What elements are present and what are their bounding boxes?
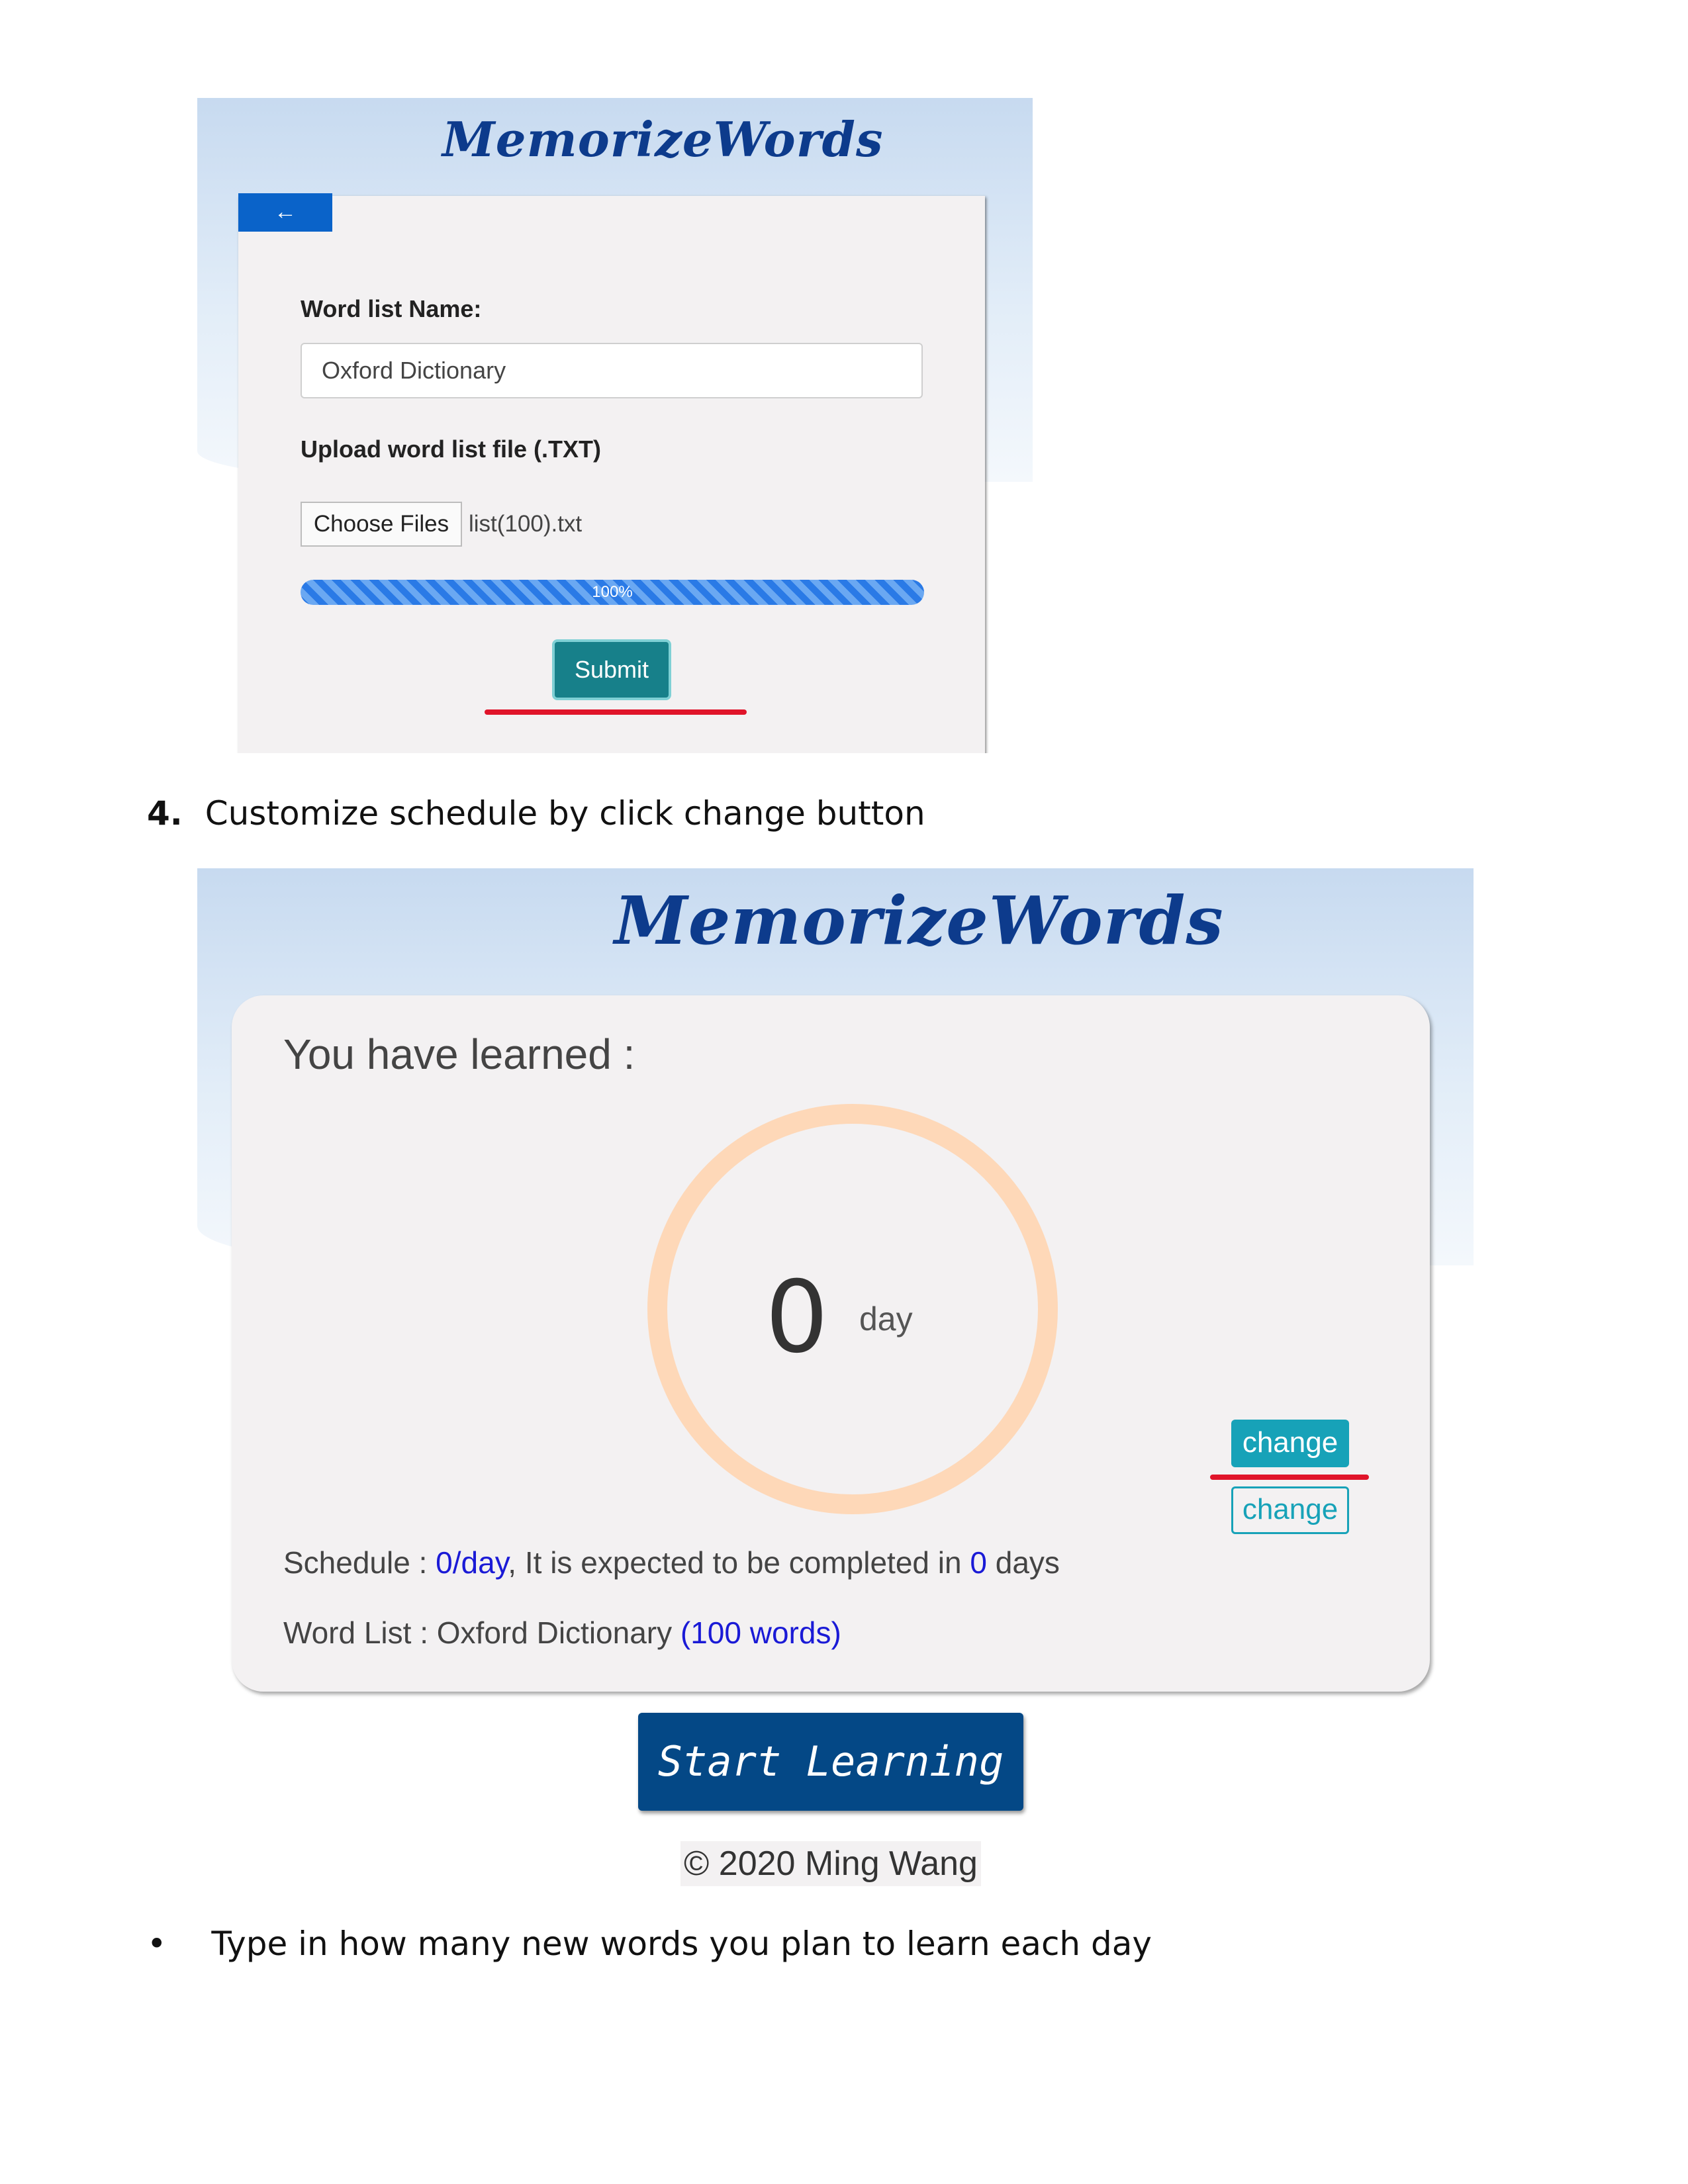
app-logo: MemorizeWords: [442, 111, 884, 167]
schedule-line: Schedule : 0/day, It is expected to be c…: [283, 1545, 1060, 1580]
schedule-days: 0: [970, 1545, 987, 1580]
wordlist-prefix: Word List : Oxford Dictionary: [283, 1615, 680, 1650]
word-list-name-label: Word list Name:: [301, 295, 482, 322]
change-wordlist-button[interactable]: change: [1231, 1486, 1349, 1534]
learned-title: You have learned :: [283, 1030, 635, 1078]
highlight-underline: [1210, 1475, 1369, 1480]
wordlist-count: (100 words): [680, 1615, 841, 1650]
day-unit: day: [859, 1300, 913, 1338]
bullet-item: • Type in how many new words you plan to…: [147, 1925, 1152, 1963]
selected-file-name: list(100).txt: [469, 511, 583, 537]
choose-files-button[interactable]: Choose Files: [301, 502, 462, 547]
back-button[interactable]: ←: [238, 193, 332, 232]
wordlist-line: Word List : Oxford Dictionary (100 words…: [283, 1615, 841, 1651]
progress-label: 100%: [592, 583, 633, 601]
schedule-middle: , It is expected to be completed in: [508, 1545, 970, 1580]
progress-card: You have learned : 0 day Schedule : 0/da…: [232, 995, 1430, 1692]
copyright: © 2020 Ming Wang: [680, 1841, 981, 1886]
step-4: 4. Customize schedule by click change bu…: [147, 794, 925, 833]
schedule-suffix: days: [986, 1545, 1060, 1580]
word-list-name-input[interactable]: Oxford Dictionary: [301, 343, 923, 398]
progress-ring: [647, 1104, 1058, 1514]
start-learning-button[interactable]: Start Learning: [638, 1713, 1023, 1811]
step-text: Customize schedule by click change butto…: [205, 794, 925, 833]
bullet-text: Type in how many new words you plan to l…: [211, 1925, 1152, 1963]
schedule-rate: 0/day: [436, 1545, 508, 1580]
highlight-underline: [485, 709, 747, 715]
submit-button[interactable]: Submit: [552, 639, 671, 700]
step-number: 4.: [147, 794, 183, 833]
upload-label: Upload word list file (.TXT): [301, 435, 601, 463]
dashboard-screenshot: MemorizeWords You have learned : 0 day S…: [197, 868, 1474, 1894]
schedule-prefix: Schedule :: [283, 1545, 436, 1580]
app-logo: MemorizeWords: [614, 882, 1224, 960]
bullet-symbol: •: [147, 1925, 167, 1963]
upload-form-screenshot: MemorizeWords ← Word list Name: Oxford D…: [197, 98, 1033, 753]
upload-progress-bar: 100%: [301, 580, 924, 605]
change-schedule-button[interactable]: change: [1231, 1420, 1349, 1467]
day-count: 0: [765, 1260, 829, 1375]
